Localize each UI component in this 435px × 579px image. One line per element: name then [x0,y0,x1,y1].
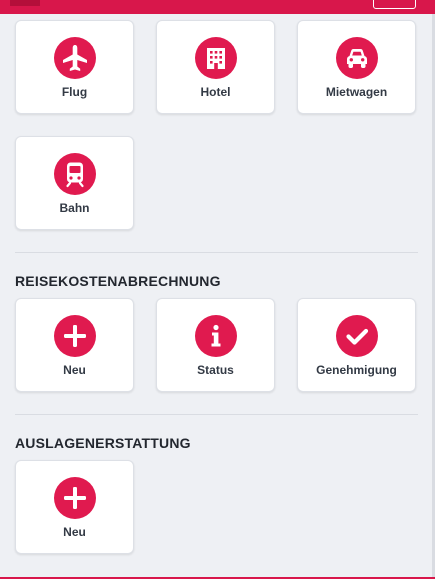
tile-label: Bahn [59,201,90,215]
tile-train[interactable]: Bahn [15,136,134,230]
tile-label: Mietwagen [325,85,388,99]
tile-approval[interactable]: Genehmigung [297,298,416,392]
tile-label: Hotel [200,85,231,99]
tile-label: Status [197,363,234,377]
section-divider [15,252,418,253]
tile-flight[interactable]: Flug [15,20,134,114]
tile-label: Neu [63,525,86,539]
plus-icon [54,315,96,357]
tile-label: Flug [61,85,88,99]
app-header [0,0,435,14]
airplane-icon [54,37,96,79]
tile-label: Neu [63,363,86,377]
checkmark-icon [336,315,378,357]
hotel-building-icon [195,37,237,79]
tile-label: Genehmigung [316,363,397,377]
tile-new-reimbursement[interactable]: Neu [15,460,134,554]
info-icon [195,315,237,357]
menu-button[interactable] [373,0,416,9]
train-icon [54,153,96,195]
plus-icon [54,477,96,519]
tile-hotel[interactable]: Hotel [156,20,275,114]
tile-new-expense-report[interactable]: Neu [15,298,134,392]
tile-expense-status[interactable]: Status [156,298,275,392]
car-icon [336,37,378,79]
section-title-reimbursement: AUSLAGENERSTATTUNG [15,435,191,451]
section-title-expense-report: REISEKOSTENABRECHNUNG [15,273,221,289]
logo[interactable] [10,0,40,6]
tile-rental-car[interactable]: Mietwagen [297,20,416,114]
section-divider [15,414,418,415]
